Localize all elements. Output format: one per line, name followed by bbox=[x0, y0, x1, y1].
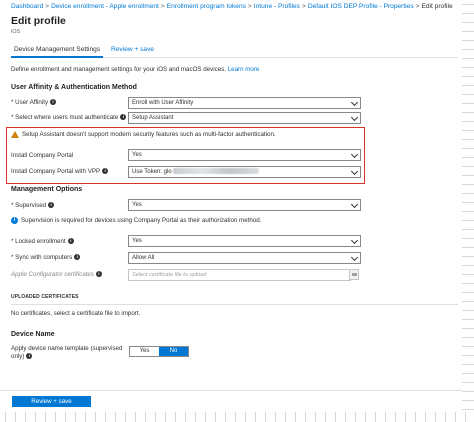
info-icon: i bbox=[95, 271, 102, 278]
device-name-template-label-line2: only) bbox=[11, 353, 25, 360]
locked-enrollment-select[interactable]: Yes bbox=[128, 235, 361, 247]
locked-enrollment-label: * Locked enrollment i bbox=[11, 238, 74, 245]
supervision-info: i Supervision is required for devices usi… bbox=[11, 217, 261, 224]
info-icon[interactable]: i bbox=[74, 254, 81, 261]
certificate-file-input[interactable]: Select certificate file to upload bbox=[128, 269, 351, 281]
redacted-token bbox=[172, 168, 259, 175]
toggle-no[interactable]: No bbox=[159, 347, 188, 356]
section-device-name-title: Device Name bbox=[11, 331, 55, 338]
chevron-down-icon bbox=[350, 236, 359, 245]
chevron-down-icon bbox=[350, 113, 359, 122]
user-affinity-select[interactable]: Enroll with User Affinity bbox=[128, 97, 361, 109]
auth-where-value: Setup Assistant bbox=[132, 115, 174, 121]
warning-text: Setup Assistant doesn't support modern s… bbox=[22, 131, 276, 139]
install-company-portal-select[interactable]: Yes bbox=[128, 149, 361, 161]
page-subtitle: iOS bbox=[11, 29, 21, 35]
warning-icon bbox=[11, 131, 19, 138]
section-management-title: Management Options bbox=[11, 186, 83, 193]
install-cp-vpp-label-text: Install Company Portal with VPP bbox=[11, 168, 101, 175]
torn-edge-bottom bbox=[0, 412, 474, 422]
info-circle-icon: i bbox=[11, 217, 18, 224]
info-icon[interactable]: i bbox=[48, 202, 55, 209]
sync-computers-label: * Sync with computers i bbox=[11, 254, 81, 261]
chevron-down-icon bbox=[350, 98, 359, 107]
torn-edge-right bbox=[462, 0, 474, 422]
install-cp-vpp-value: Use Token: glo bbox=[132, 169, 172, 175]
edit-profile-page: Dashboard > Device enrollment - Apple enro… bbox=[0, 0, 464, 412]
device-name-template-label: Apply device name template (supervised o… bbox=[11, 345, 122, 361]
install-company-portal-label-text: Install Company Portal bbox=[11, 152, 74, 159]
supervised-select[interactable]: Yes bbox=[128, 199, 361, 211]
install-company-portal-value: Yes bbox=[132, 152, 142, 158]
breadcrumb: Dashboard > Device enrollment - Apple enro… bbox=[11, 3, 453, 10]
supervised-label: * Supervised i bbox=[11, 202, 55, 209]
breadcrumb-profile-properties[interactable]: Default IOS DEP Profile - Properties bbox=[308, 3, 414, 10]
sync-computers-label-text: Sync with computers bbox=[15, 254, 73, 261]
chevron-down-icon bbox=[350, 253, 359, 262]
locked-enrollment-label-text: Locked enrollment bbox=[15, 238, 66, 245]
certificate-placeholder: Select certificate file to upload bbox=[132, 272, 207, 278]
auth-where-label: * Select where users must authenticate i bbox=[11, 114, 127, 121]
description-text: Define enrollment and management setting… bbox=[11, 66, 226, 73]
sync-computers-select[interactable]: Allow All bbox=[128, 252, 361, 264]
breadcrumb-separator: > bbox=[45, 3, 50, 10]
warning-message: Setup Assistant doesn't support modern s… bbox=[11, 131, 276, 138]
breadcrumb-dashboard[interactable]: Dashboard bbox=[11, 3, 43, 10]
tab-review-save[interactable]: Review + save bbox=[108, 43, 157, 56]
breadcrumb-separator: > bbox=[247, 3, 252, 10]
user-affinity-value: Enroll with User Affinity bbox=[132, 100, 194, 106]
install-cp-vpp-select[interactable]: Use Token: glo bbox=[128, 166, 361, 178]
info-icon[interactable]: i bbox=[120, 114, 127, 121]
tab-device-management-settings[interactable]: Device Management Settings bbox=[11, 43, 104, 58]
toggle-yes[interactable]: Yes bbox=[130, 347, 159, 356]
breadcrumb-intune-profiles[interactable]: Intune - Profiles bbox=[254, 3, 300, 10]
chevron-down-icon bbox=[350, 200, 359, 209]
user-affinity-label: * User Affinity i bbox=[11, 99, 57, 106]
learn-more-link[interactable]: Learn more bbox=[228, 66, 260, 73]
page-title: Edit profile bbox=[11, 15, 66, 27]
install-cp-vpp-label: Install Company Portal with VPP i bbox=[11, 168, 109, 175]
folder-icon[interactable] bbox=[349, 269, 359, 280]
apple-configurator-label: Apple Configurator certificates i bbox=[11, 271, 102, 278]
device-name-template-label-line1: Apply device name template (supervised bbox=[11, 345, 123, 352]
description: Define enrollment and management setting… bbox=[11, 66, 259, 73]
uploaded-certificates-header: UPLOADED CERTIFICATES bbox=[11, 294, 458, 305]
no-certificates-text: No certificates, select a certificate fi… bbox=[11, 310, 141, 317]
info-icon[interactable]: i bbox=[67, 238, 74, 245]
supervised-value: Yes bbox=[132, 202, 142, 208]
section-auth-title: User Affinity & Authentication Method bbox=[11, 84, 137, 91]
breadcrumb-current: Edit profile bbox=[421, 3, 453, 10]
tab-bar: Device Management Settings Review + save bbox=[11, 43, 458, 58]
breadcrumb-separator: > bbox=[160, 3, 165, 10]
install-company-portal-label: Install Company Portal bbox=[11, 152, 73, 159]
breadcrumb-separator: > bbox=[415, 3, 420, 10]
locked-enrollment-value: Yes bbox=[132, 238, 142, 244]
supervision-info-text: Supervision is required for devices usin… bbox=[21, 217, 262, 225]
info-icon[interactable]: i bbox=[26, 353, 33, 360]
chevron-down-icon bbox=[350, 150, 359, 159]
review-save-button[interactable]: Review + save bbox=[12, 396, 91, 407]
device-name-template-toggle[interactable]: Yes No bbox=[129, 346, 189, 357]
apple-configurator-label-text: Apple Configurator certificates bbox=[11, 271, 94, 278]
breadcrumb-apple-enrollment[interactable]: Device enrollment - Apple enrollment bbox=[51, 3, 159, 10]
auth-where-label-text: Select where users must authenticate bbox=[15, 114, 119, 121]
supervised-label-text: Supervised bbox=[15, 202, 47, 209]
user-affinity-label-text: User Affinity bbox=[15, 99, 49, 106]
auth-where-select[interactable]: Setup Assistant bbox=[128, 112, 361, 124]
breadcrumb-enrollment-tokens[interactable]: Enrollment program tokens bbox=[167, 3, 246, 10]
info-icon[interactable]: i bbox=[102, 168, 109, 175]
breadcrumb-separator: > bbox=[301, 3, 306, 10]
chevron-down-icon bbox=[350, 167, 359, 176]
footer-divider bbox=[0, 390, 462, 391]
info-icon[interactable]: i bbox=[50, 99, 57, 106]
sync-computers-value: Allow All bbox=[132, 255, 155, 261]
